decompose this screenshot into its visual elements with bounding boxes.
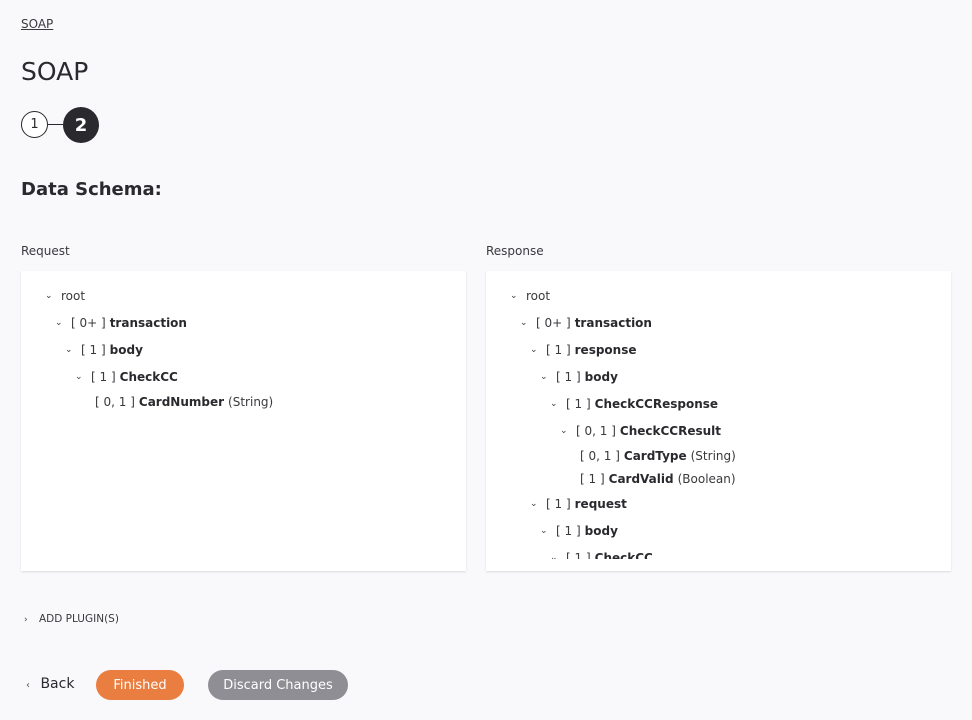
node-cardinality: [ 1 ] <box>546 497 571 511</box>
node-cardinality: [ 0+ ] <box>71 316 106 330</box>
chevron-down-icon[interactable]: ⌄ <box>65 345 75 355</box>
response-schema-panel: ⌄ root ⌄[ 0+ ] transaction ⌄[ 1 ] response ⌄[ … <box>486 271 951 571</box>
node-type: (String) <box>690 449 736 463</box>
tree-node[interactable]: [ 1 ] CardValid (Boolean) <box>580 472 736 486</box>
tree-node[interactable]: ⌄ [ 0+ ] transaction <box>520 316 652 330</box>
chevron-right-icon: › <box>24 615 28 625</box>
tree-node[interactable]: ⌄ [ 1 ] CheckCC <box>75 370 178 384</box>
tree-node[interactable]: ⌄ [ 1 ] CheckCCResponse <box>550 397 718 411</box>
node-cardinality: [ 1 ] <box>566 397 591 411</box>
node-cardinality: [ 1 ] <box>580 472 605 486</box>
node-cardinality: [ 0, 1 ] <box>95 395 135 409</box>
request-schema-panel: ⌄ root ⌄[ 0+ ] transaction ⌄[ 1 ] body ⌄[ 1 ] C… <box>21 271 466 571</box>
node-cardinality: [ 0, 1 ] <box>580 449 620 463</box>
node-type: (Boolean) <box>677 472 736 486</box>
tree-node[interactable]: ⌄ [ 1 ] response <box>530 343 637 357</box>
finished-button[interactable]: Finished <box>96 670 184 700</box>
tree-node[interactable]: ⌄ [ 1 ] CheckCC <box>550 551 653 559</box>
response-label: Response <box>486 244 544 258</box>
node-name: response <box>574 343 637 357</box>
node-cardinality: [ 1 ] <box>556 524 581 538</box>
node-name: root <box>61 289 86 303</box>
tree-node[interactable]: ⌄ [ 1 ] request <box>530 497 627 511</box>
chevron-down-icon[interactable]: ⌄ <box>530 345 540 355</box>
tree-node[interactable]: ⌄ [ 0, 1 ] CheckCCResult <box>560 424 721 438</box>
tree-node[interactable]: ⌄ [ 0+ ] transaction <box>55 316 187 330</box>
tree-node[interactable]: ⌄ [ 1 ] body <box>540 370 618 384</box>
tree-node[interactable]: ⌄ root <box>45 289 85 303</box>
chevron-down-icon[interactable]: ⌄ <box>530 499 540 509</box>
chevron-left-icon: ‹ <box>26 680 30 691</box>
node-name: CheckCC <box>594 551 653 559</box>
node-cardinality: [ 0, 1 ] <box>576 424 616 438</box>
chevron-down-icon[interactable]: ⌄ <box>510 291 520 301</box>
node-name: transaction <box>109 316 187 330</box>
node-cardinality: [ 1 ] <box>546 343 571 357</box>
node-name: CardType <box>623 449 687 463</box>
section-title: Data Schema: <box>21 179 162 200</box>
chevron-down-icon[interactable]: ⌄ <box>45 291 55 301</box>
add-plugins-label: ADD PLUGIN(S) <box>38 613 119 625</box>
add-plugins-toggle[interactable]: › ADD PLUGIN(S) <box>24 613 119 625</box>
chevron-down-icon[interactable]: ⌄ <box>550 553 560 559</box>
page-title: SOAP <box>21 57 89 86</box>
tree-node[interactable]: [ 0, 1 ] CardType (String) <box>580 449 736 463</box>
node-name: CardNumber <box>138 395 225 409</box>
node-name: CheckCC <box>119 370 178 384</box>
chevron-down-icon[interactable]: ⌄ <box>540 526 550 536</box>
node-cardinality: [ 1 ] <box>91 370 116 384</box>
node-name: body <box>584 524 618 538</box>
node-cardinality: [ 0+ ] <box>536 316 571 330</box>
tree-node[interactable]: ⌄ [ 1 ] body <box>65 343 143 357</box>
chevron-down-icon[interactable]: ⌄ <box>520 318 530 328</box>
node-cardinality: [ 1 ] <box>556 370 581 384</box>
node-name: request <box>574 497 627 511</box>
chevron-down-icon[interactable]: ⌄ <box>560 426 570 436</box>
breadcrumb-soap[interactable]: SOAP <box>21 17 53 31</box>
step-1[interactable]: 1 <box>21 111 48 138</box>
chevron-down-icon[interactable]: ⌄ <box>55 318 65 328</box>
node-cardinality: [ 1 ] <box>566 551 591 559</box>
response-tree[interactable]: ⌄ root ⌄[ 0+ ] transaction ⌄[ 1 ] response ⌄[ … <box>486 271 951 559</box>
step-connector <box>48 124 63 125</box>
tree-node[interactable]: ⌄ [ 1 ] body <box>540 524 618 538</box>
tree-node[interactable]: ⌄ root <box>510 289 550 303</box>
node-name: body <box>584 370 618 384</box>
back-button[interactable]: ‹ Back <box>26 676 74 692</box>
node-type: (String) <box>228 395 274 409</box>
chevron-down-icon[interactable]: ⌄ <box>540 372 550 382</box>
step-2[interactable]: 2 <box>63 107 99 143</box>
node-name: body <box>109 343 143 357</box>
stepper: 1 2 <box>21 107 111 143</box>
request-tree[interactable]: ⌄ root ⌄[ 0+ ] transaction ⌄[ 1 ] body ⌄[ 1 ] C… <box>21 271 466 559</box>
discard-changes-button[interactable]: Discard Changes <box>208 670 348 700</box>
node-name: root <box>526 289 551 303</box>
node-name: CheckCCResponse <box>594 397 719 411</box>
request-label: Request <box>21 244 70 258</box>
back-label: Back <box>40 676 75 692</box>
node-cardinality: [ 1 ] <box>81 343 106 357</box>
node-name: transaction <box>574 316 652 330</box>
node-name: CheckCCResult <box>619 424 721 438</box>
tree-node[interactable]: [ 0, 1 ] CardNumber (String) <box>95 395 273 409</box>
chevron-down-icon[interactable]: ⌄ <box>75 372 85 382</box>
chevron-down-icon[interactable]: ⌄ <box>550 399 560 409</box>
node-name: CardValid <box>608 472 674 486</box>
